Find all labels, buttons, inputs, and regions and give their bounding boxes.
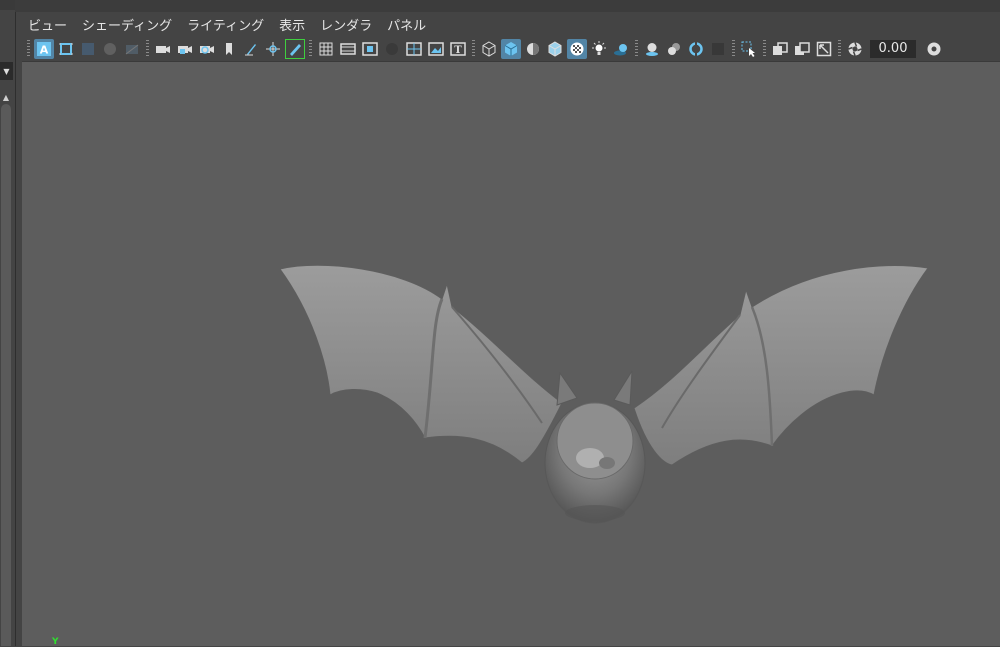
menu-panels[interactable]: パネル [387,15,426,34]
bookmark-icon[interactable] [219,39,239,59]
toolbar-separator [146,39,149,58]
panel-toolbar: A T 0.00 [22,36,1000,62]
field-chart-icon[interactable] [404,39,424,59]
viewport-3d[interactable]: Y [22,63,1000,647]
camera-tumble-icon[interactable] [197,39,217,59]
menu-view[interactable]: ビュー [28,15,67,34]
menu-show[interactable]: 表示 [279,15,305,34]
menu-renderer[interactable]: レンダラ [320,15,372,34]
safe-action-icon[interactable] [426,39,446,59]
camera-attributes-icon[interactable] [56,39,76,59]
xray-joints-icon[interactable] [792,39,812,59]
camera-icon[interactable] [153,39,173,59]
panel-top-border [15,0,1000,12]
menu-shading[interactable]: シェーディング [82,15,172,34]
toolbar-separator [472,39,475,58]
scrollbar-track[interactable] [1,104,11,646]
toolbar-separator [763,39,766,58]
isolate-select-icon[interactable] [739,39,759,59]
panel-menubar: ビュー シェーディング ライティング 表示 レンダラ パネル [22,12,1000,36]
svg-text:T: T [454,45,462,56]
grease-pencil-icon[interactable] [241,39,261,59]
scroll-up-arrow-icon[interactable]: ▲ [0,90,12,104]
image-plane-icon[interactable] [78,39,98,59]
textured-icon[interactable] [567,38,587,59]
pan-zoom-toggle-icon[interactable] [122,39,142,59]
panel-dropdown-arrow-icon[interactable]: ▼ [0,62,13,80]
toolbar-separator [838,39,841,58]
left-panel-cap [0,0,15,10]
motion-blur-icon[interactable] [664,39,684,59]
toolbar-separator [27,39,30,58]
multisample-aa-icon[interactable] [686,39,706,59]
screen-space-ao-icon[interactable] [642,39,662,59]
film-gate-icon[interactable] [338,39,358,59]
two-d-pan-zoom-icon[interactable] [100,39,120,59]
depth-of-field-icon[interactable] [708,39,728,59]
select-camera-icon[interactable]: A [34,38,54,59]
menu-lighting[interactable]: ライティング [187,15,264,34]
resolution-gate-icon[interactable] [360,39,380,59]
gate-mask-icon[interactable] [382,39,402,59]
lock-camera-icon[interactable] [175,39,195,59]
move-camera-icon[interactable] [263,39,283,59]
safe-title-icon[interactable]: T [448,39,468,59]
xray-icon[interactable] [770,39,790,59]
wireframe-icon[interactable] [479,39,499,59]
bat-model[interactable] [22,63,1000,646]
shadows-icon[interactable] [611,39,631,59]
wireframe-on-shaded-icon[interactable] [545,39,565,59]
pencil-draw-icon[interactable] [285,38,305,59]
svg-text:A: A [40,43,49,56]
gamma-icon[interactable] [924,39,944,59]
model-panel: ビュー シェーディング ライティング 表示 レンダラ パネル A T 0.00 … [22,12,1000,647]
toolbar-separator [635,39,638,58]
lights-icon[interactable] [589,39,609,59]
use-default-material-icon[interactable] [523,39,543,59]
toolbar-separator [309,39,312,58]
smooth-shade-icon[interactable] [501,38,521,59]
toolbar-separator [732,39,735,58]
grid-icon[interactable] [316,39,336,59]
xray-active-components-icon[interactable] [814,39,834,59]
exposure-field[interactable]: 0.00 [870,39,916,58]
left-side-panel: ▼ ▲ [0,0,16,646]
exposure-icon[interactable] [845,39,865,59]
